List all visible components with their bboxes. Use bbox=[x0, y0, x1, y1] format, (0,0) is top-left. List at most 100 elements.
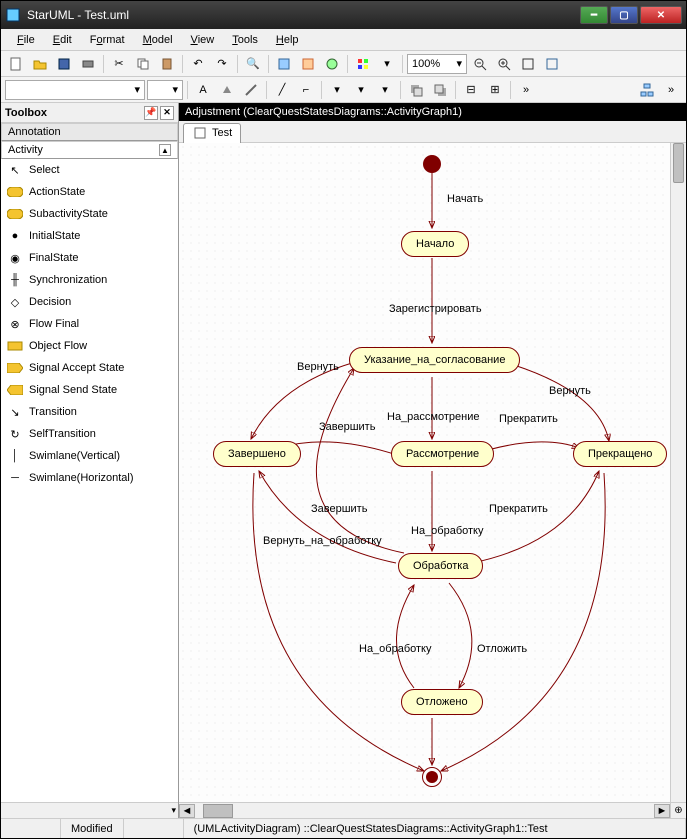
close-button[interactable]: ✕ bbox=[640, 6, 682, 24]
toolbox-item-selftransition[interactable]: ↻SelfTransition bbox=[1, 423, 178, 445]
section-annotation[interactable]: Annotation bbox=[1, 123, 178, 141]
transition-icon: ↘ bbox=[7, 404, 23, 420]
scroll-right-icon[interactable]: ► bbox=[654, 804, 670, 818]
toolbox-item-subactivity[interactable]: SubactivityState bbox=[1, 203, 178, 225]
menu-file[interactable]: File bbox=[9, 32, 43, 48]
arrange2-icon[interactable] bbox=[429, 79, 451, 101]
save-icon[interactable] bbox=[53, 53, 75, 75]
tool2-icon[interactable] bbox=[297, 53, 319, 75]
zoomfit2-icon[interactable] bbox=[541, 53, 563, 75]
diagram-area: Adjustment (ClearQuestStatesDiagrams::Ac… bbox=[179, 103, 686, 818]
zoomin-icon[interactable] bbox=[493, 53, 515, 75]
dist2-icon[interactable]: ⊞ bbox=[484, 79, 506, 101]
toolbox-item-transition[interactable]: ↘Transition bbox=[1, 401, 178, 423]
edge-vernnaobrab: Вернуть_на_обработку bbox=[263, 535, 382, 547]
menu-model[interactable]: Model bbox=[135, 32, 181, 48]
color-icon[interactable] bbox=[352, 53, 374, 75]
diagram-tabs: Test bbox=[179, 121, 686, 143]
dist1-icon[interactable]: ⊟ bbox=[460, 79, 482, 101]
zoom-select[interactable]: 100%▾ bbox=[407, 54, 467, 74]
cursor-icon: ↖ bbox=[7, 162, 23, 178]
node-ukaz[interactable]: Указание_на_согласование bbox=[349, 347, 520, 373]
print-icon[interactable] bbox=[77, 53, 99, 75]
fontcolor-icon[interactable]: A bbox=[192, 79, 214, 101]
toolbox-item-signalsend[interactable]: Signal Send State bbox=[1, 379, 178, 401]
toolbox-item-swimlaneh[interactable]: ─Swimlane(Horizontal) bbox=[1, 467, 178, 489]
toolbox-item-finalstate[interactable]: ◉FinalState bbox=[1, 247, 178, 269]
horizontal-scrollbar[interactable]: ◄ ► bbox=[179, 802, 670, 818]
fillcolor-icon[interactable] bbox=[216, 79, 238, 101]
window-title: StarUML - Test.uml bbox=[27, 8, 580, 22]
paste-icon[interactable] bbox=[156, 53, 178, 75]
toolbox-panel: Toolbox 📌 ✕ Annotation Activity▲ ↖Select… bbox=[1, 103, 179, 818]
final-state[interactable] bbox=[422, 767, 442, 787]
align1-icon[interactable]: ▾ bbox=[326, 79, 348, 101]
scroll-left-icon[interactable]: ◄ bbox=[179, 804, 195, 818]
edge-naobrab2: На_обработку bbox=[359, 643, 431, 655]
toolbox-item-flowfinal[interactable]: ⊗Flow Final bbox=[1, 313, 178, 335]
dropdown-icon[interactable]: ▾ bbox=[376, 53, 398, 75]
align3-icon[interactable]: ▾ bbox=[374, 79, 396, 101]
vertical-scrollbar[interactable] bbox=[670, 143, 686, 802]
find-icon[interactable]: 🔍 bbox=[242, 53, 264, 75]
linestyle2-icon[interactable]: ⌐ bbox=[295, 79, 317, 101]
toolbox-item-actionstate[interactable]: ActionState bbox=[1, 181, 178, 203]
maximize-button[interactable]: ▢ bbox=[610, 6, 638, 24]
status-modified: Modified bbox=[61, 819, 124, 838]
diagram-canvas[interactable]: Начало Указание_на_согласование Рассмотр… bbox=[179, 143, 686, 818]
toolbox-item-sync[interactable]: ╫Synchronization bbox=[1, 269, 178, 291]
font-select[interactable]: ▾ bbox=[5, 80, 145, 100]
initial-state[interactable] bbox=[423, 155, 441, 173]
node-start[interactable]: Начало bbox=[401, 231, 469, 257]
cut-icon[interactable]: ✂ bbox=[108, 53, 130, 75]
undo-icon[interactable]: ↶ bbox=[187, 53, 209, 75]
linestyle1-icon[interactable]: ╱ bbox=[271, 79, 293, 101]
linecolor-icon[interactable] bbox=[240, 79, 262, 101]
menu-format[interactable]: Format bbox=[82, 32, 133, 48]
node-obrab[interactable]: Обработка bbox=[398, 553, 483, 579]
menu-tools[interactable]: Tools bbox=[224, 32, 266, 48]
tool3-icon[interactable] bbox=[321, 53, 343, 75]
titlebar: StarUML - Test.uml ━ ▢ ✕ bbox=[1, 1, 686, 29]
menubar: File Edit Format Model View Tools Help bbox=[1, 29, 686, 51]
open-icon[interactable] bbox=[29, 53, 51, 75]
statusbar: Modified (UMLActivityDiagram) ::ClearQue… bbox=[1, 818, 686, 838]
toolbox-item-select[interactable]: ↖Select bbox=[1, 159, 178, 181]
layout-icon[interactable] bbox=[636, 79, 658, 101]
node-prekr[interactable]: Прекращено bbox=[573, 441, 667, 467]
flowfinal-icon: ⊗ bbox=[7, 316, 23, 332]
align2-icon[interactable]: ▾ bbox=[350, 79, 372, 101]
edge-return-l: Вернуть bbox=[297, 361, 339, 373]
expand-icon[interactable]: ⊕ bbox=[670, 802, 686, 818]
toolbox-item-signalaccept[interactable]: Signal Accept State bbox=[1, 357, 178, 379]
more2-icon[interactable]: » bbox=[660, 79, 682, 101]
menu-help[interactable]: Help bbox=[268, 32, 307, 48]
node-zaver[interactable]: Завершено bbox=[213, 441, 301, 467]
redo-icon[interactable]: ↷ bbox=[211, 53, 233, 75]
section-activity[interactable]: Activity▲ bbox=[1, 141, 178, 159]
toolbox-item-objectflow[interactable]: Object Flow bbox=[1, 335, 178, 357]
toolbox-item-decision[interactable]: ◇Decision bbox=[1, 291, 178, 313]
more-icon[interactable]: » bbox=[515, 79, 537, 101]
arrange1-icon[interactable] bbox=[405, 79, 427, 101]
zoomfit-icon[interactable] bbox=[517, 53, 539, 75]
toolbox-close-icon[interactable]: ✕ bbox=[160, 106, 174, 120]
new-icon[interactable] bbox=[5, 53, 27, 75]
diagram-tab-test[interactable]: Test bbox=[183, 123, 241, 143]
sidebar-scroll-icon[interactable]: ▾ bbox=[171, 805, 176, 816]
menu-edit[interactable]: Edit bbox=[45, 32, 80, 48]
fontsize-select[interactable]: ▾ bbox=[147, 80, 183, 100]
menu-view[interactable]: View bbox=[183, 32, 223, 48]
diagram-header: Adjustment (ClearQuestStatesDiagrams::Ac… bbox=[179, 103, 686, 121]
node-rass[interactable]: Рассмотрение bbox=[391, 441, 494, 467]
zoomout-icon[interactable] bbox=[469, 53, 491, 75]
tool1-icon[interactable] bbox=[273, 53, 295, 75]
toolbox-item-swimlanev[interactable]: │Swimlane(Vertical) bbox=[1, 445, 178, 467]
diagram-icon bbox=[192, 125, 208, 141]
minimize-button[interactable]: ━ bbox=[580, 6, 608, 24]
node-otlozh[interactable]: Отложено bbox=[401, 689, 483, 715]
copy-icon[interactable] bbox=[132, 53, 154, 75]
toolbox-item-initialstate[interactable]: ●InitialState bbox=[1, 225, 178, 247]
toolbox-pin-icon[interactable]: 📌 bbox=[144, 106, 158, 120]
sync-icon: ╫ bbox=[7, 272, 23, 288]
